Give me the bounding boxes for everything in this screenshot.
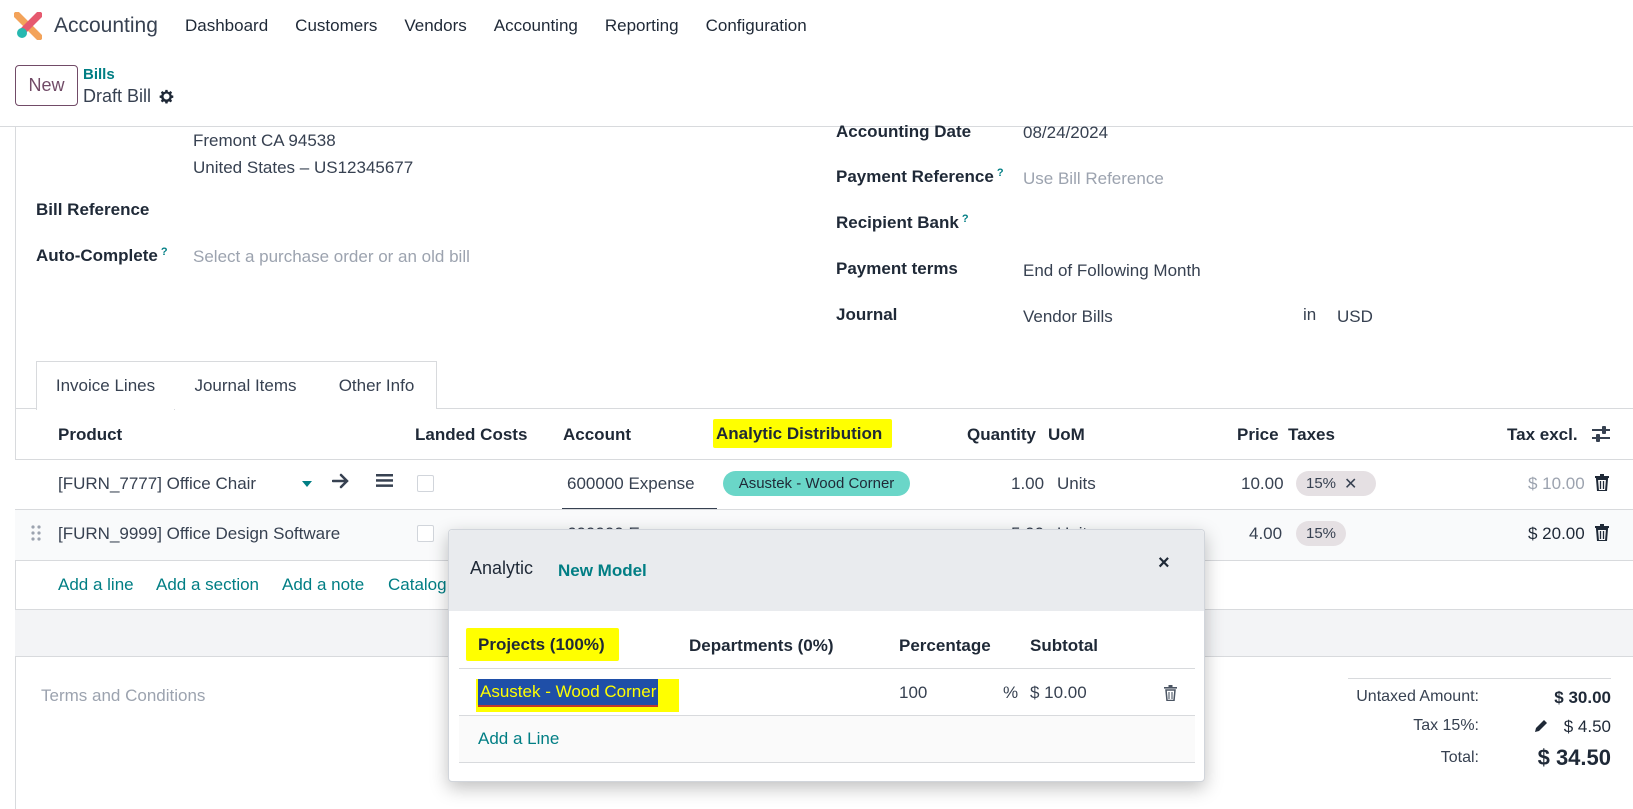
vendor-address-line-1: Fremont CA 94538	[193, 131, 336, 150]
terms-conditions-input[interactable]: Terms and Conditions	[41, 686, 205, 706]
col-product[interactable]: Product	[58, 425, 122, 445]
total-label: Total:	[1440, 749, 1479, 766]
total-value: $ 34.50	[1537, 745, 1611, 770]
add-line-button[interactable]: Add a Line	[478, 729, 559, 749]
popup-bottom-divider	[459, 762, 1195, 763]
popup-add-row	[459, 716, 1195, 762]
payment-reference-input[interactable]: Use Bill Reference	[1023, 169, 1164, 189]
col-projects[interactable]: Projects (100%)	[466, 628, 619, 661]
col-uom[interactable]: UoM	[1048, 425, 1085, 445]
drag-handle-icon[interactable]	[31, 524, 41, 542]
remove-tag-icon[interactable]: ✕	[1344, 474, 1357, 494]
col-tax-excl[interactable]: Tax excl.	[1507, 425, 1578, 445]
col-taxes[interactable]: Taxes	[1288, 425, 1335, 445]
tab-invoice-lines[interactable]: Invoice Lines	[36, 361, 175, 410]
control-panel-divider	[0, 126, 1633, 127]
app-name[interactable]: Accounting	[54, 14, 158, 38]
menu-configuration[interactable]: Configuration	[706, 16, 807, 36]
row1-price[interactable]: 10.00	[1241, 474, 1284, 494]
payment-terms-field[interactable]: End of Following Month	[1023, 261, 1201, 281]
trash-icon[interactable]	[1595, 524, 1609, 541]
col-quantity[interactable]: Quantity	[967, 425, 1036, 445]
vendor-address-line-2: United States – US12345677	[193, 158, 414, 177]
payment-reference-label: Payment Reference?	[836, 167, 1004, 186]
percentage-field[interactable]: 100	[899, 683, 927, 703]
arrow-right-icon[interactable]	[332, 473, 350, 489]
close-icon[interactable]: ×	[1158, 552, 1170, 575]
journal-field[interactable]: Vendor Bills	[1023, 307, 1113, 327]
menu-vendors[interactable]: Vendors	[404, 16, 466, 36]
gear-icon[interactable]	[158, 88, 175, 105]
new-model-button[interactable]: New Model	[558, 561, 647, 581]
row1-account[interactable]: 600000 Expense	[567, 474, 695, 494]
accounting-app-logo-icon[interactable]	[14, 12, 42, 40]
bill-reference-label: Bill Reference	[36, 200, 150, 219]
row2-landed-costs-checkbox[interactable]	[417, 525, 434, 542]
col-analytic-distribution[interactable]: Analytic Distribution	[713, 419, 893, 448]
row1-uom[interactable]: Units	[1057, 474, 1096, 494]
menu-reporting[interactable]: Reporting	[605, 16, 679, 36]
accounting-date-field[interactable]: 08/24/2024	[1023, 123, 1108, 143]
row1-tax-label: 15%	[1306, 475, 1337, 492]
breadcrumb-current: Draft Bill	[83, 86, 152, 106]
auto-complete-label: Auto-Complete?	[36, 246, 168, 265]
payment-terms-label: Payment terms	[836, 259, 958, 278]
tab-journal-items[interactable]: Journal Items	[174, 361, 318, 409]
menu-customers[interactable]: Customers	[295, 16, 377, 36]
optional-columns-icon[interactable]	[1591, 425, 1611, 443]
row1-product[interactable]: [FURN_7777] Office Chair	[58, 474, 256, 494]
add-section-link[interactable]: Add a section	[156, 575, 259, 595]
percent-sign: %	[1003, 683, 1019, 702]
subtotal-field: $ 10.00	[1030, 683, 1087, 702]
col-account[interactable]: Account	[563, 425, 631, 445]
row1-analytic-tag[interactable]: Asustek - Wood Corner	[723, 471, 910, 496]
list-menu-icon[interactable]	[376, 473, 393, 488]
journal-in-text: in	[1303, 305, 1317, 324]
tax-value: $ 4.50	[1563, 717, 1611, 736]
col-departments[interactable]: Departments (0%)	[689, 636, 834, 656]
untaxed-amount-label: Untaxed Amount:	[1356, 688, 1479, 705]
menu-accounting[interactable]: Accounting	[494, 16, 578, 36]
auto-complete-input[interactable]: Select a purchase order or an old bill	[193, 247, 470, 267]
project-field[interactable]: Asustek - Wood Corner	[478, 679, 659, 707]
add-line-link[interactable]: Add a line	[58, 575, 134, 595]
col-subtotal[interactable]: Subtotal	[1030, 636, 1098, 656]
trash-icon[interactable]	[1595, 474, 1609, 491]
breadcrumb-bills[interactable]: Bills	[83, 66, 115, 83]
catalog-link[interactable]: Catalog	[388, 575, 447, 595]
row1-subtotal: $ 10.00	[1528, 474, 1585, 493]
pencil-icon[interactable]	[1533, 718, 1549, 734]
untaxed-amount-value: $ 30.00	[1554, 688, 1611, 707]
row1-landed-costs-checkbox[interactable]	[417, 475, 434, 492]
trash-icon[interactable]	[1164, 685, 1177, 701]
menu-dashboard[interactable]: Dashboard	[185, 16, 268, 36]
col-price[interactable]: Price	[1237, 425, 1279, 445]
row2-tax-tag[interactable]: 15%	[1296, 521, 1347, 546]
currency-field[interactable]: USD	[1337, 307, 1373, 327]
tax-label: Tax 15%:	[1413, 717, 1479, 734]
analytic-distribution-popup: Analytic New Model × Projects (100%) Dep…	[448, 529, 1205, 782]
main-menu: Dashboard Customers Vendors Accounting R…	[185, 16, 834, 36]
add-note-link[interactable]: Add a note	[282, 575, 364, 595]
accounting-date-label: Accounting Date	[836, 122, 972, 141]
new-button[interactable]: New	[15, 65, 78, 106]
row1-tax-tag[interactable]: 15% ✕	[1296, 471, 1376, 496]
col-landed-costs[interactable]: Landed Costs	[415, 425, 527, 445]
popup-title: Analytic	[470, 558, 534, 578]
row2-price[interactable]: 4.00	[1249, 524, 1282, 544]
recipient-bank-label: Recipient Bank?	[836, 213, 969, 232]
popup-header-divider	[459, 668, 1195, 669]
row2-subtotal: $ 20.00	[1528, 524, 1585, 543]
row1-quantity[interactable]: 1.00	[1011, 474, 1044, 494]
top-navbar: Accounting Dashboard Customers Vendors A…	[0, 0, 1633, 52]
col-percentage[interactable]: Percentage	[899, 636, 991, 656]
tab-other-info[interactable]: Other Info	[317, 361, 437, 409]
journal-label: Journal	[836, 305, 898, 324]
row2-product[interactable]: [FURN_9999] Office Design Software	[58, 524, 340, 544]
chevron-down-icon[interactable]	[301, 480, 313, 488]
totals-divider	[1348, 678, 1611, 679]
